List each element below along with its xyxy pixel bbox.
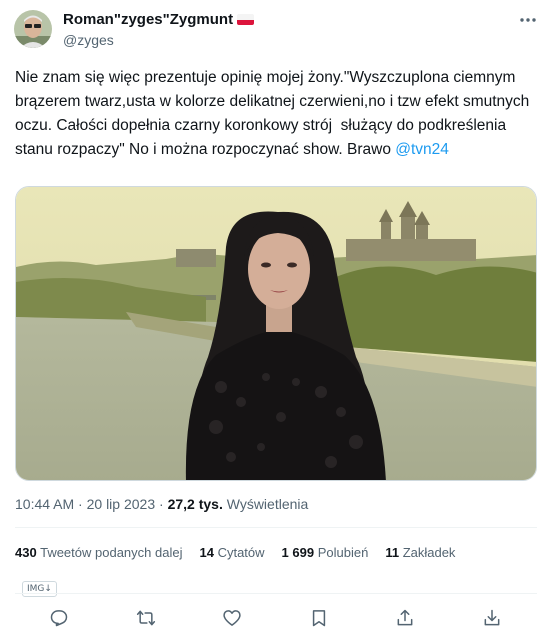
share-icon: [397, 609, 413, 626]
likes-stat[interactable]: 1 699 Polubień: [282, 545, 369, 560]
like-icon: [223, 610, 241, 626]
quotes-label: Cytatów: [217, 545, 265, 560]
retweet-icon: [136, 610, 156, 626]
retweets-stat[interactable]: 430 Tweetów podanych dalej: [15, 545, 182, 560]
tweet: Roman"zyges"Zygmunt @zyges Nie znam się …: [0, 0, 551, 640]
tweet-body: Nie znam się więc prezentuje opinię moje…: [15, 69, 534, 158]
download-button[interactable]: [477, 603, 507, 633]
news-presenter-image: [16, 187, 536, 480]
retweets-count: 430: [15, 545, 37, 560]
retweet-button[interactable]: [131, 603, 161, 633]
tweet-meta: 10:44 AM · 20 lip 2023 · 27,2 tys. Wyświ…: [15, 496, 308, 512]
bookmarks-count: 11: [385, 545, 400, 560]
share-button[interactable]: [390, 603, 420, 633]
tweet-text: Nie znam się więc prezentuje opinię moje…: [15, 66, 540, 162]
action-bar: [0, 603, 551, 633]
divider: [15, 527, 537, 528]
bookmark-icon: [312, 610, 326, 627]
tweet-time[interactable]: 10:44 AM: [15, 496, 74, 512]
views-count: 27,2 tys.: [167, 496, 223, 512]
quotes-count: 14: [199, 545, 214, 560]
bookmarks-label: Zakładek: [402, 545, 456, 560]
author-display-name[interactable]: Roman"zyges"Zygmunt: [63, 11, 233, 28]
likes-count: 1 699: [281, 545, 315, 560]
reply-button[interactable]: [44, 603, 74, 633]
avatar[interactable]: [14, 10, 52, 48]
views-label: Wyświetlenia: [226, 496, 309, 512]
author-name[interactable]: Roman"zyges"Zygmunt: [63, 11, 255, 28]
tweet-date[interactable]: 20 lip 2023: [87, 496, 156, 512]
quotes-stat[interactable]: 14 Cytatów: [199, 545, 264, 560]
meta-separator-2: ·: [159, 496, 168, 512]
bookmarks-stat[interactable]: 11 Zakładek: [385, 545, 455, 560]
tweet-image[interactable]: [15, 186, 537, 481]
more-options-button[interactable]: [516, 8, 540, 32]
img-download-badge[interactable]: IMG↓: [22, 581, 57, 597]
likes-label: Polubień: [317, 545, 369, 560]
poland-flag-icon: [237, 14, 255, 25]
tweet-stats: 430 Tweetów podanych dalej 14 Cytatów 1 …: [15, 545, 472, 560]
more-horizontal-icon: [520, 18, 536, 22]
divider: [15, 593, 537, 594]
author-handle[interactable]: @zyges: [63, 32, 114, 48]
reply-icon: [50, 610, 68, 627]
mention-link[interactable]: @tvn24: [395, 141, 449, 158]
retweets-label: Tweetów podanych dalej: [40, 545, 183, 560]
like-button[interactable]: [217, 603, 247, 633]
meta-separator: ·: [74, 496, 87, 512]
download-icon: [484, 609, 500, 626]
bookmark-button[interactable]: [304, 603, 334, 633]
